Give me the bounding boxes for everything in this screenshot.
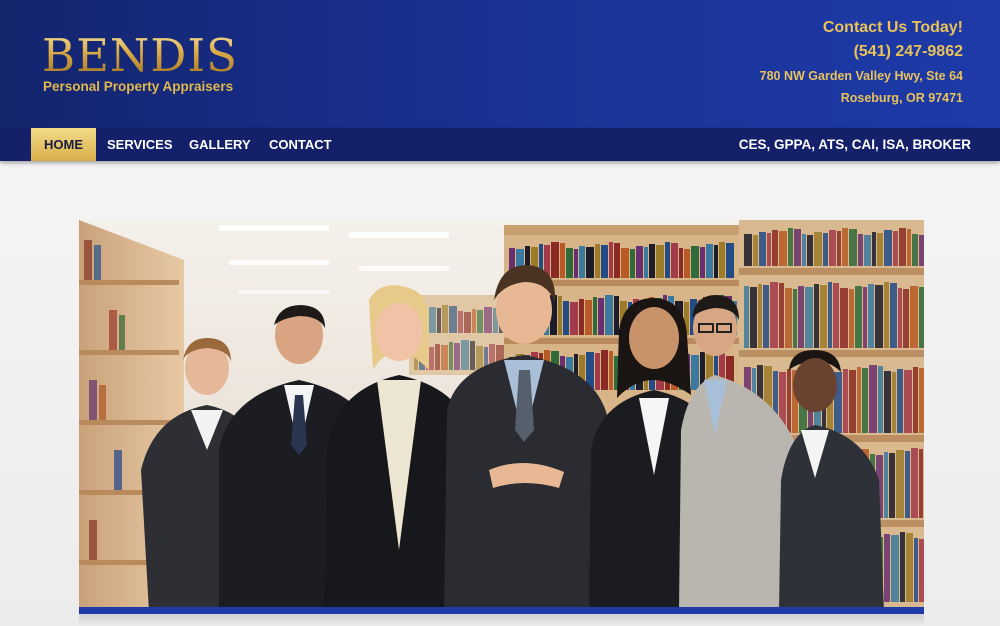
- nav-home[interactable]: HOME: [31, 128, 96, 161]
- contact-info: Contact Us Today! (541) 247-9862 780 NW …: [643, 17, 963, 108]
- team-photo-in-library-icon: [79, 220, 924, 612]
- hero-accent-bar: [79, 607, 924, 614]
- brand-tagline: Personal Property Appraisers: [43, 79, 234, 94]
- contact-heading: Contact Us Today!: [822, 19, 963, 36]
- nav-gallery[interactable]: GALLERY: [176, 128, 264, 161]
- brand-logo[interactable]: BENDIS Personal Property Appraisers: [42, 30, 282, 100]
- nav-services[interactable]: SERVICES: [94, 128, 186, 161]
- hero-image: [79, 220, 924, 612]
- contact-street-address: 780 NW Garden Valley Hwy, Ste 64: [759, 69, 963, 83]
- brand-name: BENDIS: [42, 29, 238, 82]
- main-navigation: HOME SERVICES GALLERY CONTACT CES, GPPA,…: [0, 128, 1000, 161]
- contact-city-address: Roseburg, OR 97471: [840, 91, 963, 105]
- nav-contact[interactable]: CONTACT: [256, 128, 345, 161]
- hero-shadow: [79, 614, 924, 626]
- contact-phone-link[interactable]: (541) 247-9862: [643, 40, 963, 64]
- certifications-text: CES, GPPA, ATS, CAI, ISA, BROKER: [738, 137, 971, 152]
- site-header: BENDIS Personal Property Appraisers Cont…: [0, 0, 1000, 128]
